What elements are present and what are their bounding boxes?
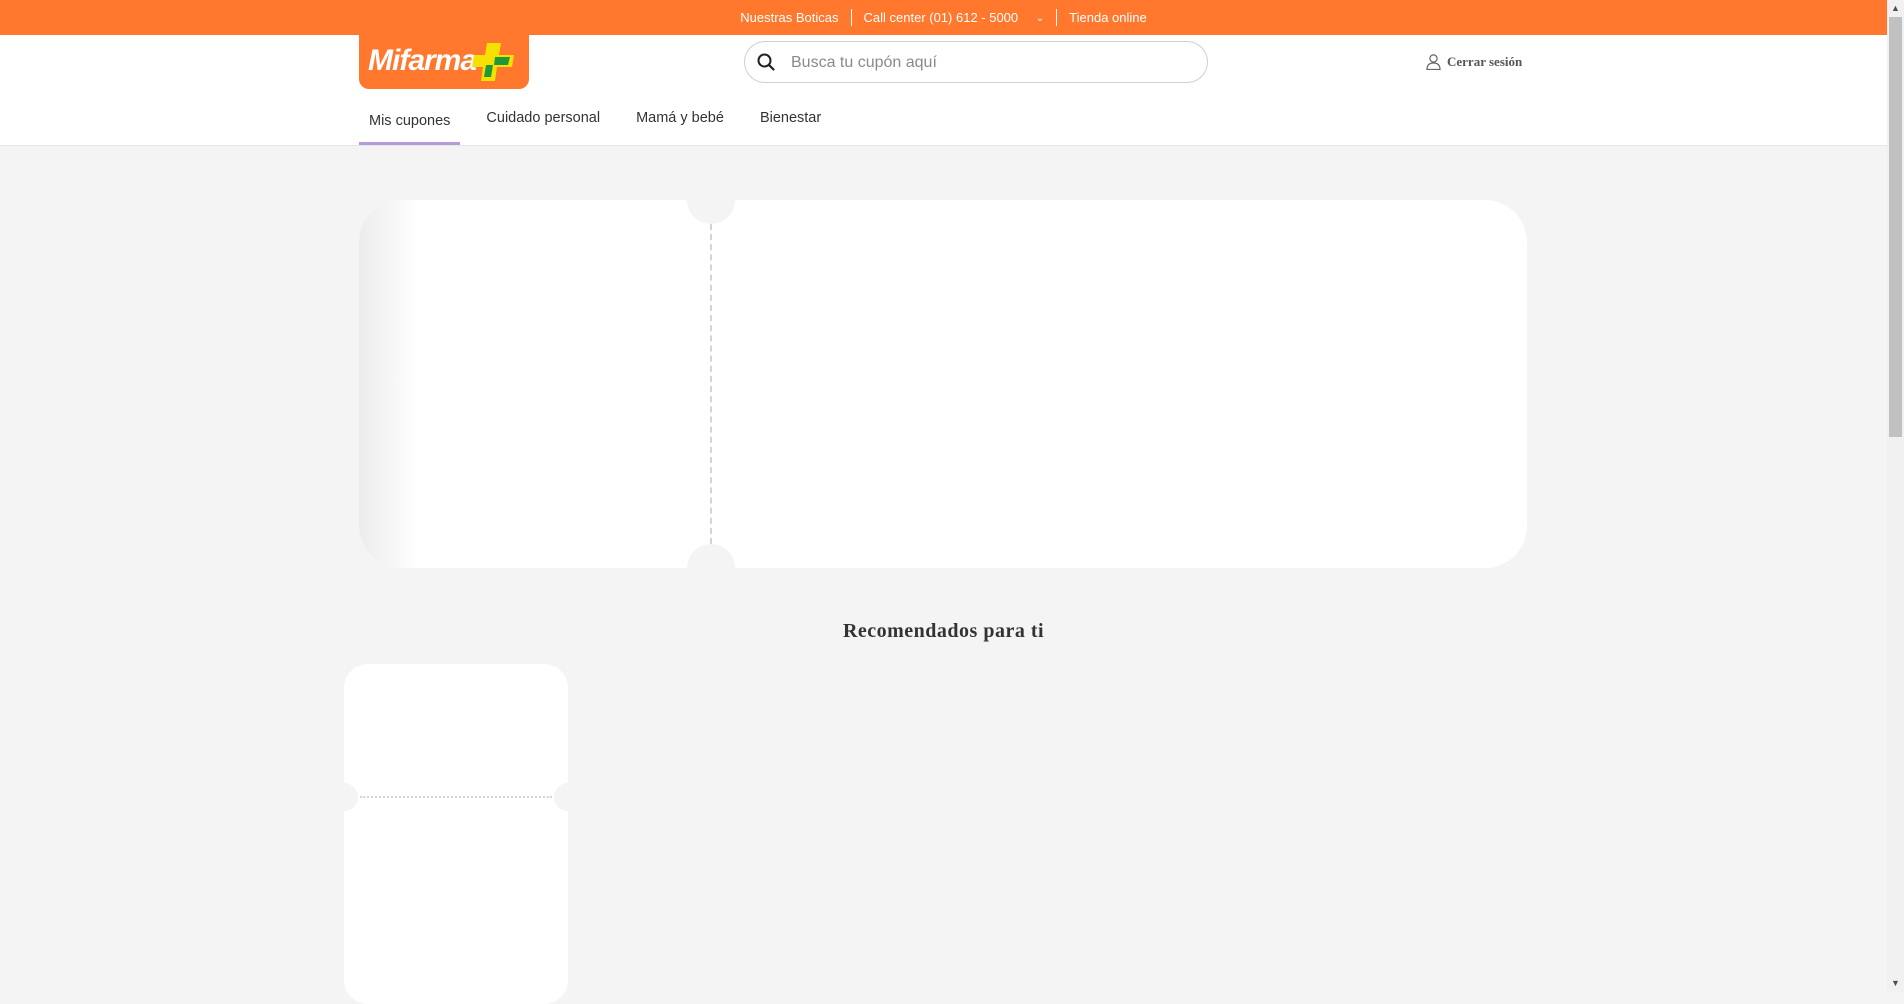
call-center-label: Call center (01) 612 - 5000 <box>863 10 1019 25</box>
ticket-divider <box>710 224 712 544</box>
scroll-down-arrow-icon[interactable]: ▼ <box>1887 975 1904 992</box>
page-scrollbar[interactable]: ▲ ▼ <box>1887 0 1904 992</box>
recommended-title: Recomendados para ti <box>842 620 1045 642</box>
search-input[interactable] <box>789 42 1193 84</box>
search-bar[interactable] <box>744 41 1208 84</box>
logout-button[interactable]: Cerrar sesión <box>1426 54 1522 70</box>
scrollbar-thumb[interactable] <box>1889 17 1902 437</box>
user-icon <box>1426 54 1441 70</box>
logo-text: Mifarma <box>368 44 477 77</box>
card-divider <box>360 796 552 798</box>
tab-mama-y-bebe[interactable]: Mamá y bebé <box>626 95 734 141</box>
card-notch-right <box>554 783 568 811</box>
ticket-notch-bottom <box>687 544 735 592</box>
ticket-shade <box>359 200 419 568</box>
tab-mis-cupones[interactable]: Mis cupones <box>359 95 461 145</box>
recommended-coupon-card-placeholder <box>344 664 568 1004</box>
tab-bienestar[interactable]: Bienestar <box>750 95 831 141</box>
tab-cuidado-personal[interactable]: Cuidado personal <box>476 95 610 141</box>
search-icon[interactable] <box>757 53 775 71</box>
logo-cross-icon <box>472 43 514 81</box>
top-bar: Nuestras Boticas Call center (01) 612 - … <box>0 0 1887 35</box>
category-tabs: Mis cupones Cuidado personal Mamá y bebé… <box>359 99 847 145</box>
nuestras-boticas-link[interactable]: Nuestras Boticas <box>728 10 850 25</box>
ticket-notch-top <box>687 176 735 224</box>
header: Mifarma Cerrar sesión Mis cupones Cuidad… <box>0 35 1887 146</box>
tienda-online-link[interactable]: Tienda online <box>1057 10 1159 25</box>
scroll-up-arrow-icon[interactable]: ▲ <box>1887 0 1904 17</box>
mifarma-logo[interactable]: Mifarma <box>359 35 529 89</box>
chevron-down-icon[interactable]: ⌄ <box>1036 13 1044 24</box>
card-notch-left <box>344 783 358 811</box>
call-center-dropdown[interactable]: Call center (01) 612 - 5000 ⌄ <box>852 10 1057 25</box>
logout-label: Cerrar sesión <box>1447 54 1523 69</box>
coupon-ticket-placeholder <box>359 176 1527 592</box>
